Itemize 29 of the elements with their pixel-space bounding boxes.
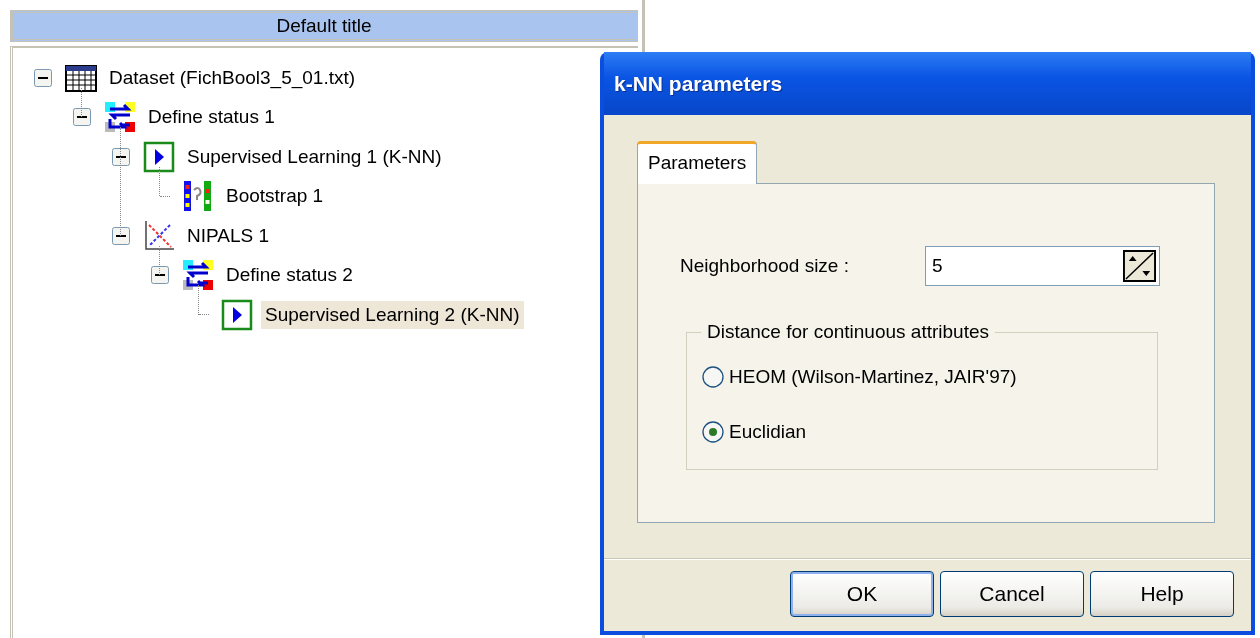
bars-icon	[182, 180, 214, 213]
collapse-icon[interactable]	[111, 146, 131, 167]
tree-item[interactable]: Supervised Learning 2 (K-NN)	[261, 300, 524, 329]
radio-icon[interactable]	[701, 365, 725, 389]
play-icon	[143, 140, 175, 173]
play-icon	[221, 298, 253, 331]
field-label: Neighborhood size :	[680, 255, 850, 277]
radio-option[interactable]: Euclidian	[701, 418, 807, 446]
arrows-icon	[182, 259, 214, 292]
dialog-button[interactable]: Help	[1090, 571, 1234, 617]
collapse-icon[interactable]	[150, 265, 170, 286]
tab[interactable]: Parameters	[637, 141, 758, 184]
arrows-icon	[104, 101, 136, 134]
collapse-icon[interactable]	[33, 67, 53, 88]
tree-item[interactable]: NIPALS 1	[183, 221, 274, 250]
collapse-icon[interactable]	[72, 107, 92, 128]
dialog-title: k-NN parameters	[614, 71, 783, 96]
dialog-button[interactable]: Cancel	[940, 571, 1084, 617]
dialog-button[interactable]: OK	[790, 571, 934, 617]
collapse-icon[interactable]	[111, 225, 131, 246]
scatter-plot-icon	[143, 219, 175, 252]
tree-item[interactable]: Define status 1	[144, 103, 279, 132]
tree-item[interactable]: Define status 2	[222, 261, 357, 290]
tree-item[interactable]: Dataset (FichBool3_5_01.txt)	[105, 63, 360, 92]
tree-item[interactable]: Supervised Learning 1 (K-NN)	[183, 142, 446, 171]
radio-option[interactable]: HEOM (Wilson-Martinez, JAIR'97)	[701, 363, 1017, 391]
radio-icon[interactable]	[701, 420, 725, 444]
tree-item[interactable]: Bootstrap 1	[222, 182, 328, 211]
panel-title: Default title	[10, 10, 638, 42]
